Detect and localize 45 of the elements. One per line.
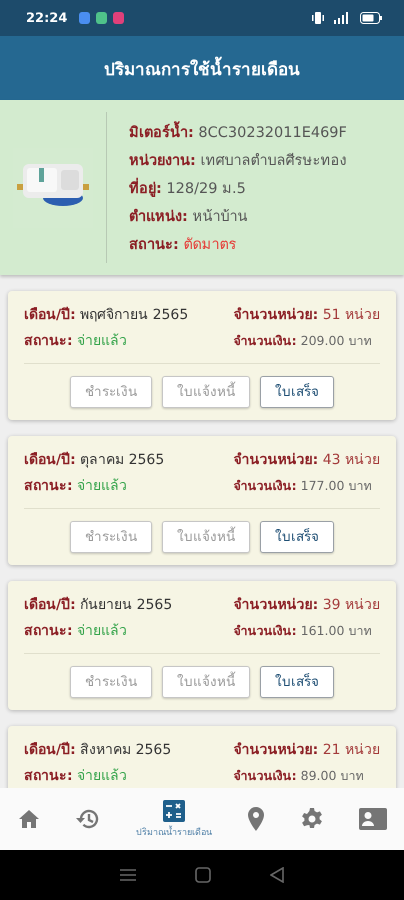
nav-tab[interactable]	[358, 808, 387, 830]
status-text: สถานะ: จ่ายแล้ว	[24, 332, 128, 351]
nav-tab[interactable]	[246, 806, 266, 832]
nav-tab[interactable]	[300, 807, 324, 831]
status-time: 22:24	[26, 10, 68, 26]
action-button[interactable]: ใบเสร็จ	[260, 376, 334, 408]
meter-info-line: มิเตอร์น้ำ: 8CC30232011E469F	[129, 120, 347, 143]
nav-tab[interactable]	[17, 807, 42, 831]
units-text: จำนวนหน่วย: 21 หน่วย	[234, 741, 380, 760]
status-text: สถานะ: จ่ายแล้ว	[24, 622, 128, 641]
units-text: จำนวนหน่วย: 51 หน่วย	[234, 306, 380, 325]
units-text: จำนวนหน่วย: 43 หน่วย	[234, 451, 380, 470]
month-text: เดือน/ปี: พฤศจิกายน 2565	[24, 306, 190, 325]
home-icon	[17, 807, 42, 831]
contact-card-icon	[358, 808, 387, 830]
month-text: เดือน/ปี: กันยายน 2565	[24, 596, 174, 615]
meter-info-line: ตำแหน่ง: หน้าบ้าน	[129, 208, 248, 227]
signal-icon	[334, 12, 350, 24]
meter-info-line: สถานะ: ตัดมาตร	[129, 236, 238, 255]
calculator-icon	[162, 799, 186, 823]
home-button-icon[interactable]	[194, 867, 211, 883]
settings-icon	[300, 807, 324, 831]
back-icon[interactable]	[270, 867, 284, 883]
location-pin-icon	[246, 806, 266, 832]
vibrate-icon	[312, 11, 324, 25]
month-text: เดือน/ปี: สิงหาคม 2565	[24, 740, 172, 760]
menu-icon[interactable]	[120, 868, 136, 882]
amount-text: จำนวนเงิน: 177.00 บาท	[234, 477, 372, 495]
status-text: สถานะ: จ่ายแล้ว	[24, 477, 128, 496]
action-button[interactable]: ใบเสร็จ	[260, 666, 334, 698]
amount-text: จำนวนเงิน: 209.00 บาท	[234, 332, 372, 350]
status-text: สถานะ: จ่ายแล้ว	[24, 767, 128, 786]
app-icon	[96, 12, 108, 24]
battery-icon	[360, 12, 382, 24]
amount-text: จำนวนเงิน: 161.00 บาท	[234, 622, 372, 640]
action-button[interactable]: ใบเสร็จ	[260, 521, 334, 553]
page-title: ปริมาณการใช้น้ำรายเดือน	[104, 54, 300, 82]
nav-tab[interactable]: ปริมาณน้ำรายเดือน	[136, 799, 212, 839]
amount-text: จำนวนเงิน: 89.00 บาท	[234, 767, 364, 785]
units-text: จำนวนหน่วย: 39 หน่วย	[234, 596, 380, 615]
app-icon	[79, 12, 90, 24]
meter-info-line: หน่วยงาน: เทศบาลตำบลศีรษะทอง	[129, 152, 347, 171]
app-icon	[113, 12, 124, 24]
month-text: เดือน/ปี: ตุลาคม 2565	[24, 450, 166, 470]
meter-info-line: ที่อยู่: 128/29 ม.5	[129, 176, 347, 199]
